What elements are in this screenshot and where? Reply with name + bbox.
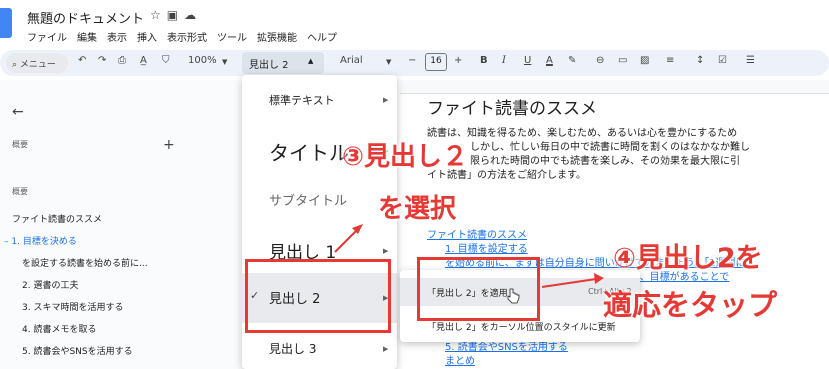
toc-link[interactable]: まとめ	[445, 352, 475, 367]
step3-annotation-line1: ③見出し２	[342, 142, 469, 172]
submenu-arrow-icon: ▶	[383, 247, 389, 255]
paint-format-icon[interactable]: ⛉	[162, 55, 170, 66]
back-arrow-icon[interactable]: ←	[12, 104, 24, 120]
star-icon[interactable]: ☆	[150, 8, 167, 22]
paragraph-line[interactable]: 読書は、知識を得るため、楽しむため、あるいは心を豊かにするため	[427, 124, 737, 139]
align-icon[interactable]: ≡	[666, 55, 674, 66]
style-item-label: 見出し 3	[269, 342, 317, 356]
search-label: メニュー	[19, 60, 56, 70]
menu-insert[interactable]: 挿入	[137, 29, 157, 44]
toc-link[interactable]: 1. 目標を設定する	[445, 240, 528, 255]
menu-help[interactable]: ヘルプ	[307, 29, 337, 44]
undo-icon[interactable]: ↶	[78, 55, 86, 66]
style-item-label: サブタイトル	[269, 194, 348, 209]
style-item-label: 標準テキスト	[269, 94, 335, 107]
image-icon[interactable]: ▨	[640, 55, 649, 66]
docs-logo-icon[interactable]	[0, 8, 12, 38]
spellcheck-icon[interactable]: A̲	[140, 55, 147, 66]
text-color-button[interactable]: A	[546, 55, 553, 66]
outline-label: 概要	[12, 187, 28, 196]
font-size-input[interactable]: 16	[425, 53, 447, 71]
highlight-box-apply	[417, 257, 540, 321]
chevron-down-icon: ▼	[222, 58, 228, 66]
outline-item[interactable]: 5. 読書会やSNSを活用する	[22, 344, 133, 357]
outline-item[interactable]: を設定する読書を始める前に...	[22, 256, 148, 269]
outline-item[interactable]: 2. 選書の工夫	[22, 278, 78, 291]
paragraph-line[interactable]: 限られた時間の中でも読書を楽しみ、その効果を最大限に引	[470, 152, 740, 167]
style-item-label: タイトル	[269, 141, 349, 165]
submenu-arrow-icon: ▶	[383, 345, 389, 353]
cloud-icon[interactable]: ☁	[184, 8, 202, 22]
highlight-icon[interactable]: ✎	[568, 55, 576, 66]
increase-font-icon[interactable]: +	[454, 55, 462, 66]
menu-bar: ファイル 編集 表示 挿入 表示形式 ツール 拡張機能 ヘルプ	[27, 29, 337, 44]
style-normal-text[interactable]: 標準テキスト ▶	[242, 75, 397, 125]
zoom-select[interactable]: 100%	[188, 55, 217, 66]
outline-item-label: 1. 目標を決める	[11, 237, 77, 247]
chevron-up-icon: ▲	[308, 57, 314, 65]
document-title[interactable]: 無題のドキュメント	[27, 8, 144, 27]
menu-extensions[interactable]: 拡張機能	[257, 29, 297, 44]
bullet-list-icon[interactable]: ☰	[746, 55, 755, 66]
menu-format[interactable]: 表示形式	[167, 29, 207, 44]
search-icon: ⌕	[12, 60, 18, 70]
menu-tools[interactable]: ツール	[217, 29, 247, 44]
link-icon[interactable]: ⊖	[596, 55, 604, 66]
style-select-value: 見出し 2	[249, 60, 289, 71]
outline-item[interactable]: 3. スキマ時間を活用する	[22, 300, 123, 313]
step3-annotation-line2: を選択	[378, 194, 457, 224]
folder-icon[interactable]: ▣	[167, 8, 184, 22]
step4-annotation-line1: ④見出し2を	[613, 243, 763, 274]
decrease-font-icon[interactable]: −	[408, 55, 416, 66]
outline-item[interactable]: ファイト読書のススメ	[12, 212, 102, 225]
menu-view[interactable]: 表示	[107, 29, 127, 44]
toc-link[interactable]: ファイト読書のススメ	[427, 226, 527, 241]
line-spacing-icon[interactable]: ↕	[696, 55, 704, 66]
style-subtitle[interactable]: サブタイトル ▶	[242, 175, 397, 225]
bold-button[interactable]: B	[480, 55, 488, 66]
submenu-arrow-icon: ▶	[383, 96, 389, 104]
paragraph-style-select[interactable]: 見出し 2 ▲	[242, 52, 324, 74]
comment-icon[interactable]: ▭	[618, 55, 627, 66]
checklist-icon[interactable]: ☑	[718, 55, 727, 66]
step4-annotation-line2: 適応をタップ	[603, 288, 778, 322]
outline-item[interactable]: 4. 読書メモを取る	[22, 322, 96, 335]
highlight-box-heading-2	[245, 259, 391, 333]
menu-search[interactable]: ⌕ メニュー	[6, 53, 68, 73]
print-icon[interactable]: ⎙	[118, 55, 126, 66]
menu-file[interactable]: ファイル	[27, 29, 67, 44]
outline-item-active[interactable]: – 1. 目標を決める	[4, 234, 77, 247]
italic-button[interactable]: I	[502, 55, 506, 66]
ruler[interactable]	[400, 80, 829, 94]
font-select[interactable]: Arial	[340, 55, 363, 66]
add-summary-button[interactable]: +	[163, 137, 175, 153]
document-heading[interactable]: ファイト読書のススメ	[427, 94, 597, 119]
paragraph-line[interactable]: しかし、忙しい毎日の中で読書に時間を割くのはなかなか難し	[470, 138, 750, 153]
underline-button[interactable]: U	[524, 55, 531, 66]
update-heading-2-label: 「見出し 2」をカーソル位置のスタイルに更新	[427, 323, 616, 333]
font-chevron-icon: ▼	[386, 58, 392, 66]
summary-label: 概要	[12, 140, 28, 149]
redo-icon[interactable]: ↷	[98, 55, 106, 66]
menu-edit[interactable]: 編集	[77, 29, 97, 44]
title-action-icons: ☆▣☁	[150, 8, 202, 22]
